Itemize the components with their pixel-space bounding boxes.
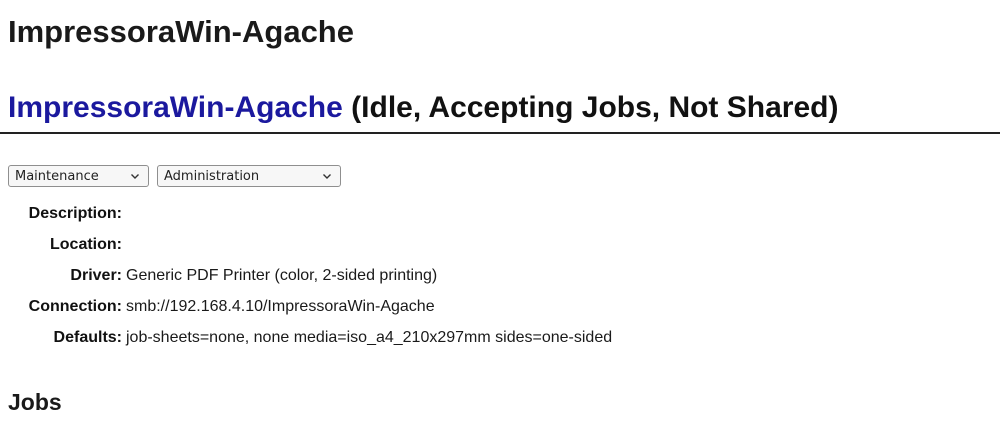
printer-heading: ImpressoraWin-Agache (Idle, Accepting Jo… xyxy=(8,88,838,128)
administration-select-value: Administration xyxy=(164,168,260,184)
detail-value: job-sheets=none, none media=iso_a4_210x2… xyxy=(126,329,613,346)
printer-status: (Idle, Accepting Jobs, Not Shared) xyxy=(351,91,839,124)
chevron-down-icon xyxy=(322,171,332,181)
detail-value: smb://192.168.4.10/ImpressoraWin-Agache xyxy=(126,298,435,315)
detail-label: Location: xyxy=(50,236,122,253)
detail-label: Connection: xyxy=(28,298,122,315)
detail-label: Description: xyxy=(28,205,122,222)
heading-divider xyxy=(0,132,1000,134)
detail-description: Description: xyxy=(8,198,612,229)
detail-location: Location: xyxy=(8,229,612,260)
action-selects: Maintenance Administration xyxy=(8,165,341,187)
detail-value: Generic PDF Printer (color, 2-sided prin… xyxy=(126,267,438,284)
page-title: ImpressoraWin-Agache xyxy=(8,14,354,49)
jobs-heading: Jobs xyxy=(8,389,62,415)
maintenance-select-value: Maintenance xyxy=(15,168,99,184)
detail-defaults: Defaults: job-sheets=none, none media=is… xyxy=(8,322,613,353)
printer-details: Description: Location: Driver: Generic P… xyxy=(8,198,612,353)
detail-driver: Driver: Generic PDF Printer (color, 2-si… xyxy=(8,260,612,291)
maintenance-select[interactable]: Maintenance xyxy=(8,165,149,187)
chevron-down-icon xyxy=(130,171,140,181)
printer-name-link[interactable]: ImpressoraWin-Agache xyxy=(8,91,343,124)
administration-select[interactable]: Administration xyxy=(157,165,341,187)
detail-connection: Connection: smb://192.168.4.10/Impressor… xyxy=(8,291,612,322)
detail-label: Driver: xyxy=(70,267,122,284)
detail-label: Defaults: xyxy=(53,329,122,346)
